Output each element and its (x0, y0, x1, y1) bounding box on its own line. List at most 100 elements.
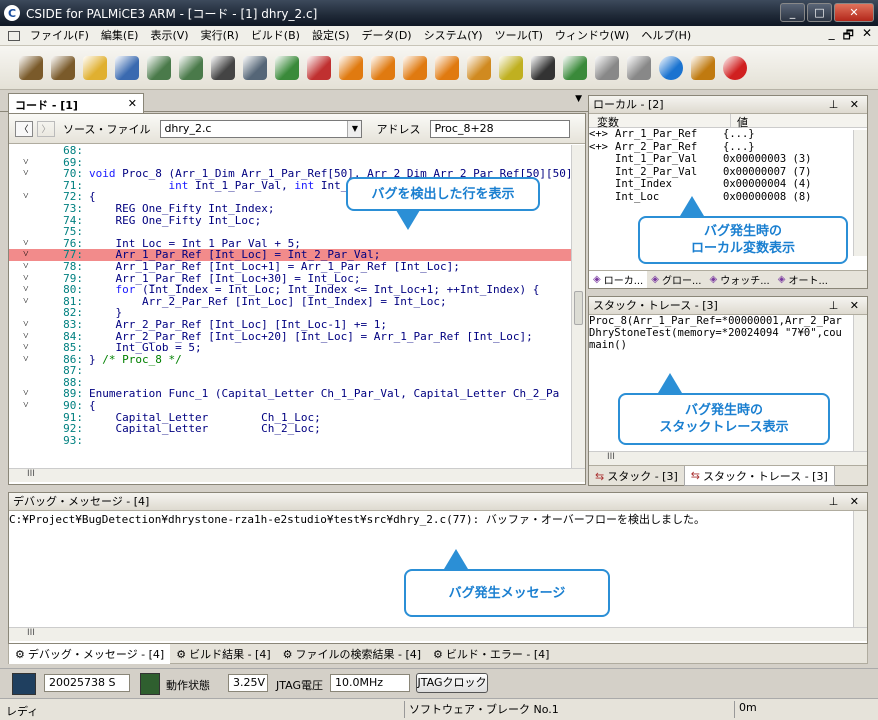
breakpoint-marker[interactable]: ˅ (23, 168, 33, 180)
step-out-button[interactable] (432, 52, 462, 84)
menu-settings[interactable]: 設定(S) (306, 26, 356, 46)
break-button[interactable] (272, 52, 302, 84)
debug-hscrollbar[interactable]: III (9, 627, 867, 641)
breakpoint-marker[interactable]: ˅ (23, 261, 33, 273)
tab-stack[interactable]: ⇆ スタック - [3] (589, 466, 684, 486)
stack-frame[interactable]: Proc_8(Arr_1_Par_Ref=*00000001,Arr_2_Par (589, 315, 853, 327)
forward-button[interactable]: 〉 (37, 120, 55, 137)
breakpoint-marker[interactable]: ˅ (23, 342, 33, 354)
source-file-select[interactable]: dhry_2.c ▼ (160, 119, 363, 138)
local-variable-row[interactable]: Int_Index 0x00000004 (4) (589, 178, 867, 191)
menu-tools[interactable]: ツール(T) (489, 26, 549, 46)
code-line[interactable]: ˅ 86:} /* Proc_8 */ (9, 353, 571, 366)
trace-button[interactable] (496, 52, 526, 84)
tab-global[interactable]: ◈ グロー... (647, 271, 705, 288)
go-button[interactable] (336, 52, 366, 84)
breakpoint-marker[interactable]: ˅ (23, 296, 33, 308)
breakpoint-marker[interactable]: ˅ (23, 249, 33, 261)
tab-watch[interactable]: ◈ ウォッチ... (706, 271, 774, 288)
pin-icon[interactable]: ⊥ ✕ (829, 96, 863, 114)
close-button[interactable]: ✕ (834, 3, 874, 22)
tab-build-result[interactable]: ⚙ ビルド結果 - [4] (170, 644, 276, 664)
tab-find-result[interactable]: ⚙ ファイルの検索結果 - [4] (277, 644, 427, 664)
menu-help[interactable]: ヘルプ(H) (635, 26, 697, 46)
local-vscrollbar[interactable] (853, 130, 867, 256)
stack-hscrollbar[interactable]: III (589, 451, 867, 465)
step-over-button[interactable] (400, 52, 430, 84)
tab-debug-message[interactable]: ⚙ デバッグ・メッセージ - [4] (9, 644, 171, 664)
maximize-button[interactable]: □ (807, 3, 832, 22)
tab-auto[interactable]: ◈ オート... (774, 271, 832, 288)
book-button[interactable] (112, 52, 142, 84)
code-line[interactable]: 92: Capital_Letter Ch_2_Loc; (9, 423, 571, 435)
memory-button[interactable] (240, 52, 270, 84)
menu-edit[interactable]: 編集(E) (95, 26, 145, 46)
break-red-button[interactable] (304, 52, 334, 84)
tab-close-icon[interactable]: ✕ (128, 97, 137, 110)
address-input[interactable]: Proc_8+28 (430, 119, 571, 138)
back-button[interactable]: 〈 (15, 120, 33, 137)
return-button[interactable] (464, 52, 494, 84)
breakpoint-marker[interactable]: ˅ (23, 157, 33, 169)
code-line[interactable]: 93: (9, 435, 571, 447)
expand-icon[interactable]: <+> (589, 141, 615, 154)
local-col-variable[interactable]: 変数 (589, 114, 731, 129)
mdi-minimize-button[interactable]: _ (829, 26, 835, 47)
run-button[interactable] (16, 52, 46, 84)
menu-system[interactable]: システム(Y) (418, 26, 489, 46)
stop-button[interactable] (688, 52, 718, 84)
breakpoint-marker[interactable]: ˅ (23, 400, 33, 412)
tab-local[interactable]: ◈ ローカ... (589, 271, 648, 288)
scroll-thumb[interactable] (574, 291, 583, 325)
folder-button[interactable] (80, 52, 110, 84)
source-list-button[interactable] (144, 52, 174, 84)
expand-icon[interactable]: <+> (589, 128, 615, 141)
tab-editor-dhry2[interactable]: コード - [1] dhry_2.c ✕ (8, 93, 144, 126)
record-button[interactable] (720, 52, 750, 84)
local-variable-row[interactable]: Int_2_Par_Val 0x00000007 (7) (589, 166, 867, 179)
erase2-button[interactable] (624, 52, 654, 84)
step-button[interactable] (48, 52, 78, 84)
chevron-down-icon[interactable]: ▼ (347, 120, 362, 137)
tab-stack-trace[interactable]: ⇆ スタック・トレース - [3] (683, 466, 835, 486)
breakpoint-marker[interactable]: ˅ (23, 238, 33, 250)
mdi-close-button[interactable]: ✕ (862, 26, 872, 47)
breakpoint-marker[interactable]: ˅ (23, 388, 33, 400)
erase-button[interactable] (592, 52, 622, 84)
board-button[interactable] (560, 52, 590, 84)
local-variable-row[interactable]: <+> Arr_1_Par_Ref {...} (589, 128, 867, 141)
pin-icon[interactable]: ⊥ ✕ (829, 493, 863, 511)
breakpoint-marker[interactable]: ˅ (23, 331, 33, 343)
menu-view[interactable]: 表示(V) (144, 26, 194, 46)
tab-build-error[interactable]: ⚙ ビルド・エラー - [4] (427, 644, 555, 664)
debug-vscrollbar[interactable] (853, 511, 867, 627)
menu-build[interactable]: ビルド(B) (245, 26, 306, 46)
camera-button[interactable] (528, 52, 558, 84)
breakpoint-marker[interactable]: ˅ (23, 354, 33, 366)
local-variable-row[interactable]: Int_1_Par_Val 0x00000003 (3) (589, 153, 867, 166)
step-in-button[interactable] (368, 52, 398, 84)
local-variable-row[interactable]: <+> Arr_2_Par_Ref {...} (589, 141, 867, 154)
jtag-clock-button[interactable]: JTAGクロック (416, 673, 488, 693)
disasm-button[interactable] (176, 52, 206, 84)
tab-list-icon[interactable]: ▼ (575, 94, 582, 104)
code-line[interactable]: 74: REG One_Fifty Int_Loc; (9, 214, 571, 227)
stack-vscrollbar[interactable] (853, 315, 867, 451)
menu-run[interactable]: 実行(R) (195, 26, 245, 46)
menu-data[interactable]: データ(D) (356, 26, 418, 46)
code-line[interactable]: 87: (9, 365, 571, 377)
menu-window[interactable]: ウィンドウ(W) (549, 26, 635, 46)
stack-frame[interactable]: main() (589, 339, 853, 351)
local-col-value[interactable]: 値 (731, 114, 748, 129)
editor-vscrollbar[interactable] (571, 145, 585, 468)
editor-hscrollbar[interactable]: III (9, 468, 585, 482)
breakpoint-marker[interactable]: ˅ (23, 319, 33, 331)
mdi-restore-button[interactable]: 🗗 (843, 26, 854, 47)
menu-file[interactable]: ファイル(F) (24, 26, 95, 46)
breakpoint-marker[interactable]: ˅ (23, 191, 33, 203)
code-line[interactable]: 68: (9, 145, 571, 157)
breakpoint-marker[interactable]: ˅ (23, 284, 33, 296)
breakpoint-marker[interactable]: ˅ (23, 273, 33, 285)
reset-button[interactable] (656, 52, 686, 84)
minimize-button[interactable]: _ (780, 3, 805, 22)
